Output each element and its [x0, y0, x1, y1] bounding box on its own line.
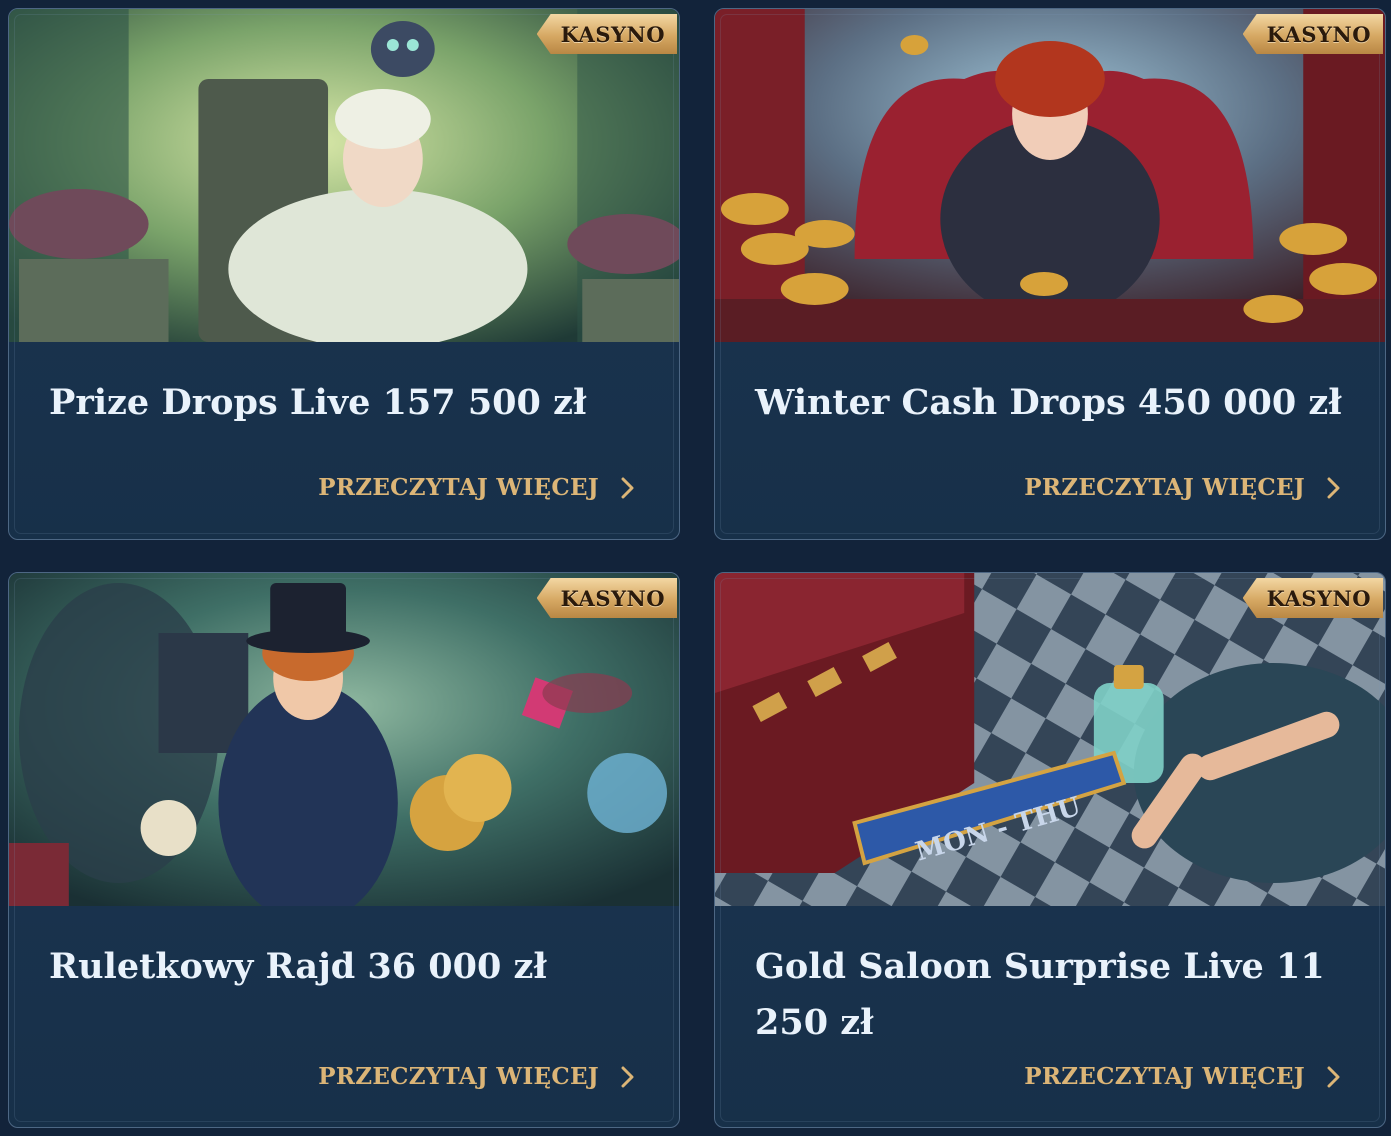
- read-more-label: PRZECZYTAJ WIĘCEJ: [1024, 474, 1305, 501]
- promo-card-prize-drops[interactable]: KASYNO Prize Drops Live 157 500 zł PRZEC…: [8, 8, 680, 540]
- category-badge: KASYNO: [536, 578, 677, 618]
- promo-card-winter-cash-drops[interactable]: KASYNO Winter Cash Drops 450 000 zł PRZE…: [714, 8, 1386, 540]
- read-more-link[interactable]: PRZECZYTAJ WIĘCEJ: [1024, 474, 1341, 501]
- promo-card-ruletkowy-rajd[interactable]: KASYNO Ruletkowy Rajd 36 000 zł PRZECZYT…: [8, 572, 680, 1128]
- promo-card-gold-saloon-surprise[interactable]: MON - THU KASYNO Gold Saloon Surprise Li…: [714, 572, 1386, 1128]
- chevron-right-icon: [621, 1066, 634, 1087]
- promo-image: [715, 9, 1385, 342]
- category-badge: KASYNO: [1242, 14, 1383, 54]
- promo-image: MON - THU: [715, 573, 1385, 906]
- read-more-link[interactable]: PRZECZYTAJ WIĘCEJ: [318, 474, 635, 501]
- read-more-label: PRZECZYTAJ WIĘCEJ: [318, 1063, 599, 1090]
- promo-title: Prize Drops Live 157 500 zł: [49, 382, 587, 423]
- category-badge: KASYNO: [1242, 578, 1383, 618]
- chevron-right-icon: [1327, 477, 1340, 498]
- promo-title: Gold Saloon Surprise Live 11 250 zł: [755, 946, 1325, 1043]
- read-more-label: PRZECZYTAJ WIĘCEJ: [1024, 1063, 1305, 1090]
- read-more-link[interactable]: PRZECZYTAJ WIĘCEJ: [318, 1063, 635, 1090]
- promo-title: Winter Cash Drops 450 000 zł: [755, 382, 1342, 423]
- promo-image: [9, 9, 679, 342]
- promo-title: Ruletkowy Rajd 36 000 zł: [49, 946, 547, 987]
- promotions-grid: KASYNO Prize Drops Live 157 500 zł PRZEC…: [0, 0, 1391, 1136]
- promo-image: [9, 573, 679, 906]
- read-more-link[interactable]: PRZECZYTAJ WIĘCEJ: [1024, 1063, 1341, 1090]
- chevron-right-icon: [621, 477, 634, 498]
- chevron-right-icon: [1327, 1066, 1340, 1087]
- read-more-label: PRZECZYTAJ WIĘCEJ: [318, 474, 599, 501]
- category-badge: KASYNO: [536, 14, 677, 54]
